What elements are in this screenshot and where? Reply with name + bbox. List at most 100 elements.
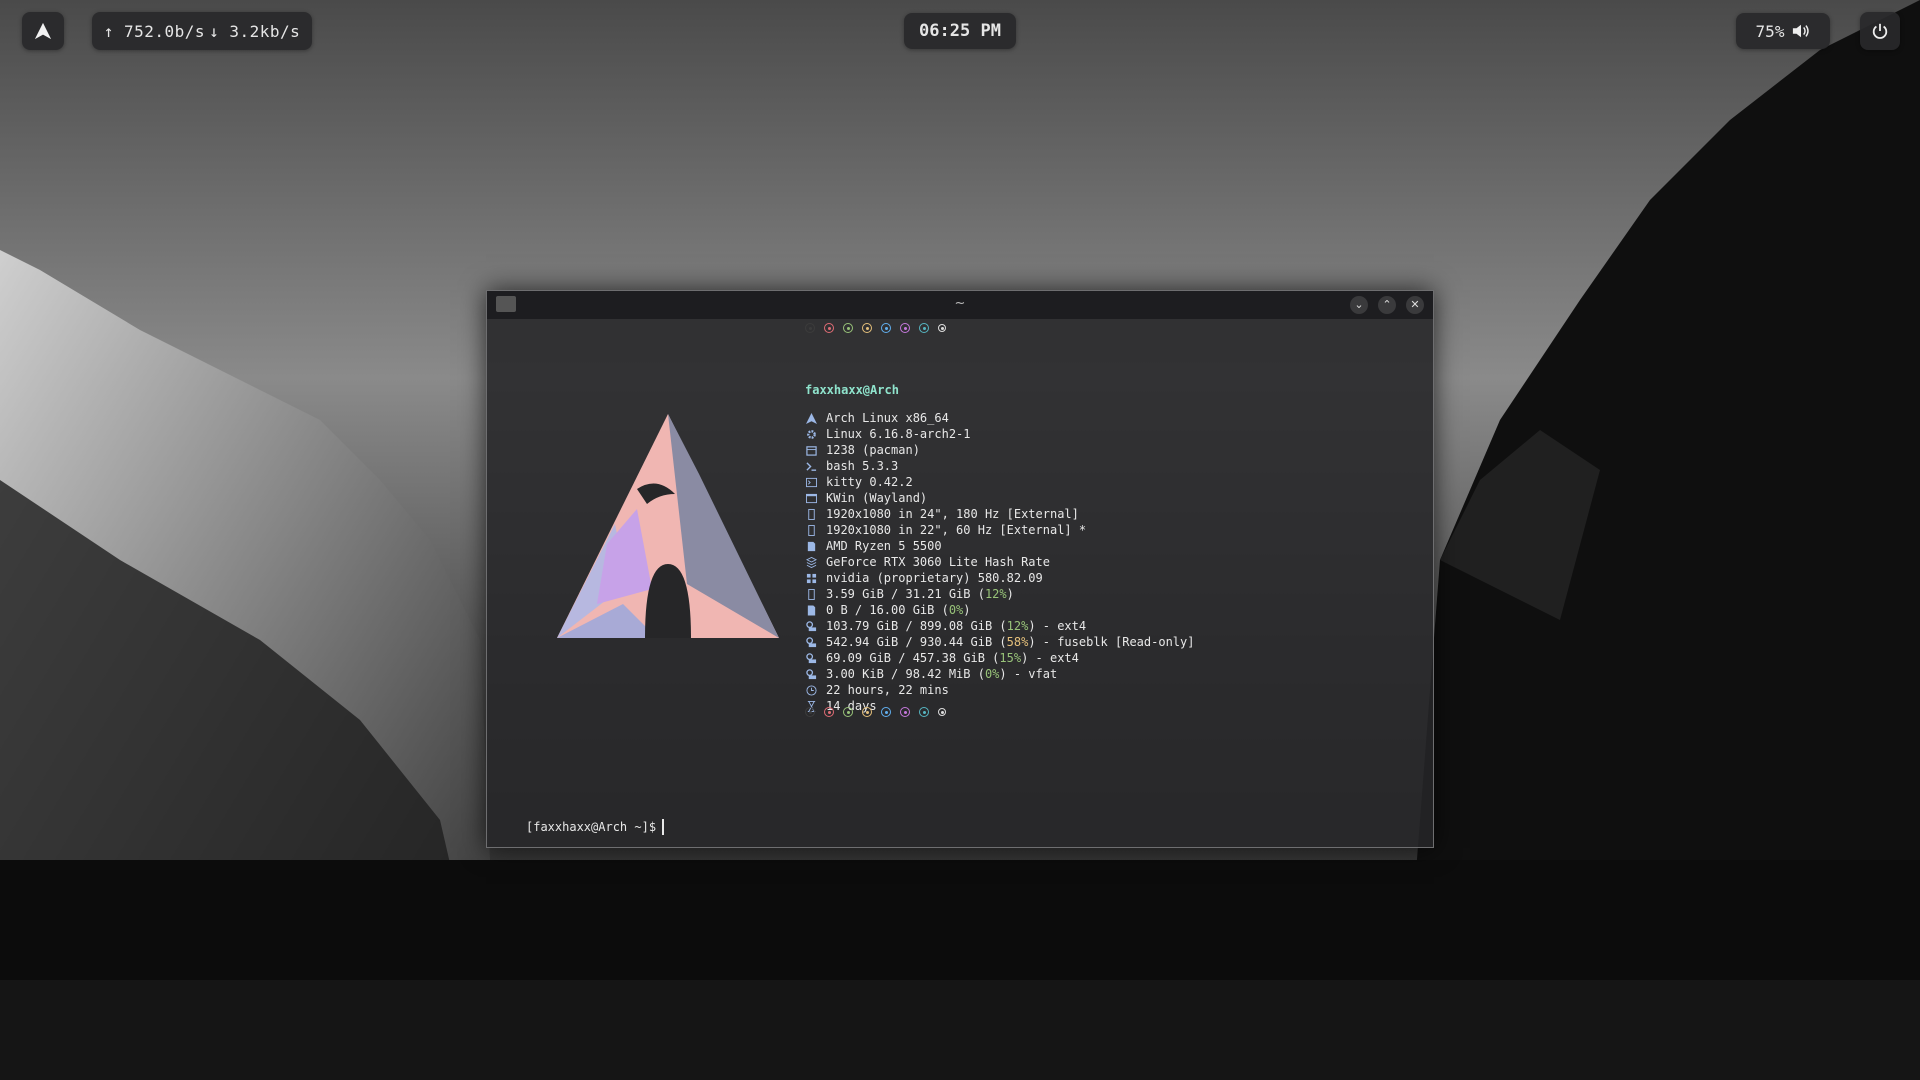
disk-icon bbox=[805, 652, 817, 664]
usage-percent: 12% bbox=[984, 587, 1007, 601]
info-suffix: ) - ext4 bbox=[1028, 619, 1087, 633]
memory-icon bbox=[805, 588, 817, 600]
user-host: faxxhaxx@Arch bbox=[805, 383, 899, 397]
info-suffix: ) bbox=[963, 603, 971, 617]
power-icon bbox=[1872, 23, 1888, 39]
system-info-list: Arch Linux x86_64 Linux 6.16.8-arch2-1 123… bbox=[805, 410, 1194, 714]
info-row: 1920x1080 in 22", 60 Hz [External] * bbox=[805, 522, 1194, 538]
color-palette-bottom bbox=[805, 705, 946, 719]
maximize-button[interactable]: ⌃ bbox=[1378, 296, 1396, 314]
close-button[interactable]: ✕ bbox=[1406, 296, 1424, 314]
volume-level: 75% bbox=[1755, 21, 1785, 41]
info-row: Linux 6.16.8-arch2-1 bbox=[805, 426, 1194, 442]
info-value: 69.09 GiB / 457.38 GiB ( bbox=[826, 651, 1000, 665]
palette-dot bbox=[805, 707, 815, 717]
usage-percent: 58% bbox=[1006, 635, 1029, 649]
palette-dot bbox=[843, 707, 853, 717]
info-value: Linux 6.16.8-arch2-1 bbox=[826, 427, 971, 441]
info-row: nvidia (proprietary) 580.82.09 bbox=[805, 570, 1194, 586]
info-row: GeForce RTX 3060 Lite Hash Rate bbox=[805, 554, 1194, 570]
info-row: 103.79 GiB / 899.08 GiB (12%) - ext4 bbox=[805, 618, 1194, 634]
display-icon bbox=[805, 508, 817, 520]
palette-dot bbox=[805, 323, 815, 333]
info-value: 3.00 KiB / 98.42 MiB ( bbox=[826, 667, 985, 681]
info-row: 1238 (pacman) bbox=[805, 442, 1194, 458]
info-row: KWin (Wayland) bbox=[805, 490, 1194, 506]
minimize-button[interactable]: ⌄ bbox=[1350, 296, 1368, 314]
info-row: bash 5.3.3 bbox=[805, 458, 1194, 474]
info-row: AMD Ryzen 5 5500 bbox=[805, 538, 1194, 554]
display-icon bbox=[805, 524, 817, 536]
info-value: 1238 (pacman) bbox=[826, 443, 920, 457]
palette-dot bbox=[900, 323, 910, 333]
usage-percent: 12% bbox=[1006, 619, 1029, 633]
terminal-content[interactable]: faxxhaxx@Arch Arch Linux x86_64 Linux 6.1… bbox=[487, 319, 1433, 847]
cpu-icon bbox=[805, 540, 817, 552]
info-row: 3.59 GiB / 31.21 GiB (12%) bbox=[805, 586, 1194, 602]
usage-percent: 15% bbox=[999, 651, 1022, 665]
info-value: bash 5.3.3 bbox=[826, 459, 899, 473]
arch-ascii-logo bbox=[557, 414, 779, 638]
text-cursor bbox=[662, 819, 665, 835]
info-suffix: ) - ext4 bbox=[1021, 651, 1079, 665]
chevron-down-icon: ⌄ bbox=[1354, 298, 1364, 311]
clock[interactable]: 06:25 PM bbox=[904, 13, 1016, 49]
window-icon bbox=[805, 492, 817, 504]
info-row: Arch Linux x86_64 bbox=[805, 410, 1194, 426]
arch-logo-icon bbox=[34, 22, 52, 40]
info-row: 69.09 GiB / 457.38 GiB (15%) - ext4 bbox=[805, 650, 1194, 666]
info-value: 1920x1080 in 24", 180 Hz [External] bbox=[826, 507, 1079, 521]
info-value: GeForce RTX 3060 Lite Hash Rate bbox=[826, 555, 1050, 569]
clock-icon bbox=[805, 684, 817, 696]
shell-prompt-line[interactable]: [faxxhaxx@Arch ~]$ bbox=[526, 819, 665, 835]
info-value: Arch Linux x86_64 bbox=[826, 411, 949, 425]
info-value: nvidia (proprietary) 580.82.09 bbox=[826, 571, 1043, 585]
info-value: 1920x1080 in 22", 60 Hz [External] * bbox=[826, 523, 1087, 537]
disk-icon bbox=[805, 620, 817, 632]
power-button[interactable] bbox=[1860, 12, 1900, 50]
info-suffix: ) - vfat bbox=[999, 667, 1058, 681]
info-value: 103.79 GiB / 899.08 GiB ( bbox=[826, 619, 1007, 633]
window-titlebar[interactable]: ~ ⌄ ⌃ ✕ bbox=[487, 291, 1433, 319]
palette-dot bbox=[881, 323, 891, 333]
close-icon: ✕ bbox=[1410, 298, 1420, 311]
palette-dot bbox=[862, 707, 872, 717]
info-value: kitty 0.42.2 bbox=[826, 475, 913, 489]
info-value: 22 hours, 22 mins bbox=[826, 683, 949, 697]
driver-icon bbox=[805, 572, 817, 584]
terminal-window[interactable]: ~ ⌄ ⌃ ✕ faxxhaxx@Arch Arch Linux x86_64 L… bbox=[486, 290, 1434, 848]
info-row: 22 hours, 22 mins bbox=[805, 682, 1194, 698]
shell-prompt: [faxxhaxx@Arch ~]$ bbox=[526, 820, 657, 834]
speaker-icon bbox=[1793, 24, 1810, 38]
palette-dot bbox=[919, 707, 929, 717]
disk-icon bbox=[805, 636, 817, 648]
palette-dot bbox=[938, 324, 946, 332]
palette-dot bbox=[824, 707, 834, 717]
chevron-up-icon: ⌃ bbox=[1382, 298, 1392, 311]
info-value: 0 B / 16.00 GiB ( bbox=[826, 603, 949, 617]
usage-percent: 0% bbox=[984, 667, 1000, 681]
gpu-icon bbox=[805, 556, 817, 568]
color-palette-top bbox=[805, 321, 946, 335]
palette-dot bbox=[862, 323, 872, 333]
palette-dot bbox=[824, 323, 834, 333]
upload-speed: ↑ 752.0b/s bbox=[103, 21, 206, 41]
info-value: KWin (Wayland) bbox=[826, 491, 928, 505]
palette-dot bbox=[919, 323, 929, 333]
volume-control[interactable]: 75% bbox=[1736, 13, 1830, 49]
palette-dot bbox=[938, 708, 946, 716]
terminal-icon bbox=[805, 476, 817, 488]
usage-percent: 0% bbox=[948, 603, 964, 617]
info-row: 542.94 GiB / 930.44 GiB (58%) - fuseblk … bbox=[805, 634, 1194, 650]
download-speed: ↓ 3.2kb/s bbox=[209, 21, 301, 41]
info-row: 0 B / 16.00 GiB (0%) bbox=[805, 602, 1194, 618]
arch-launcher-button[interactable] bbox=[22, 12, 64, 50]
info-suffix: ) - fuseblk [Read-only] bbox=[1028, 635, 1195, 649]
shell-icon bbox=[805, 460, 817, 472]
network-monitor[interactable]: ↑ 752.0b/s ↓ 3.2kb/s bbox=[92, 12, 312, 50]
palette-dot bbox=[843, 323, 853, 333]
info-row: 3.00 KiB / 98.42 MiB (0%) - vfat bbox=[805, 666, 1194, 682]
info-value: AMD Ryzen 5 5500 bbox=[826, 539, 942, 553]
arch-icon bbox=[805, 412, 817, 424]
swap-icon bbox=[805, 604, 817, 616]
